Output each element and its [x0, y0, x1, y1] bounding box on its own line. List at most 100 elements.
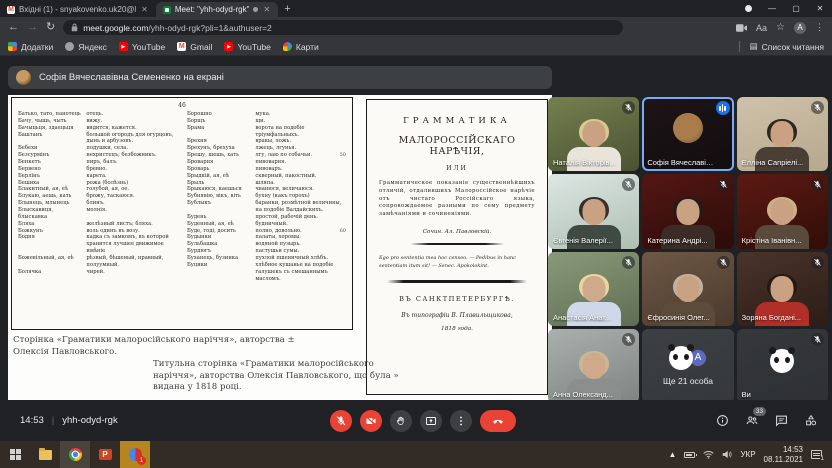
- entry-definition: пивоварня.: [255, 159, 346, 166]
- entry-definition: пухлой пшеничный хлѣбъ.: [255, 255, 346, 262]
- participant-tile-1[interactable]: Наталія Вікторів...: [548, 97, 639, 171]
- title-page-line: 1818 года.: [379, 326, 535, 332]
- entry-word: Бульбашка: [187, 241, 255, 248]
- activities-button[interactable]: [804, 414, 818, 427]
- entry-definition: простой, рабочій день.: [255, 214, 346, 221]
- present-button[interactable]: [420, 410, 442, 432]
- participant-tile-8[interactable]: Єфросинія Олег...: [642, 252, 733, 326]
- camera-off-button[interactable]: [360, 410, 382, 432]
- participant-name: Зоряна Богдані...: [742, 313, 810, 322]
- entry-definition: рѣзвый, бѣшеный, нравный, полуумный.: [86, 255, 177, 269]
- chrome-taskbar-button[interactable]: [60, 441, 90, 468]
- entry-word: Брехунъ, брехуха: [187, 145, 255, 152]
- participant-tile-9[interactable]: Зоряна Богдані...: [737, 252, 828, 326]
- back-button[interactable]: ←: [8, 22, 19, 33]
- end-call-button[interactable]: [480, 410, 516, 432]
- chat-icon: [775, 414, 788, 427]
- participant-name: Анна Олександ...: [553, 390, 621, 399]
- entry-definition: блинъ.: [86, 200, 177, 207]
- chat-button[interactable]: [775, 414, 788, 427]
- bookmark-youtube[interactable]: ▶YouTube: [119, 42, 165, 52]
- entry-definition: отець.: [86, 111, 177, 118]
- entry-definition: водяной пузырь.: [255, 241, 346, 248]
- entry-word: Брешу, шешь, хать: [187, 152, 255, 159]
- profile-avatar[interactable]: A: [794, 22, 806, 34]
- url-bar[interactable]: meet.google.com/yhh-odyd-rgk?pli=1&authu…: [63, 20, 623, 35]
- entry-definition: палаты, хоромы.: [255, 234, 346, 241]
- tray-expand-icon[interactable]: ▲: [669, 450, 677, 459]
- participant-tile-7[interactable]: Анастасія Анат...: [548, 252, 639, 326]
- title-page-rule: [410, 243, 504, 245]
- raise-hand-button[interactable]: [390, 410, 412, 432]
- reload-button[interactable]: ↻: [46, 22, 55, 33]
- powerpoint-taskbar-button[interactable]: P: [90, 441, 120, 468]
- participant-tile-10[interactable]: Анна Олександ...: [548, 329, 639, 403]
- window-profile-icon[interactable]: [745, 5, 752, 12]
- dictionary-page: 46 Батько, тато, панотецьотець.Бачу, чыш…: [11, 97, 353, 330]
- end-call-icon: [491, 414, 505, 428]
- attention-app-button[interactable]: 1: [120, 441, 150, 468]
- bookmark-додатки[interactable]: Додатки: [8, 42, 53, 52]
- start-button[interactable]: [0, 441, 30, 468]
- tab-meet[interactable]: Meet: "yhh-odyd-rgk" ✕: [156, 2, 278, 17]
- file-explorer-button[interactable]: [30, 441, 60, 468]
- bookmark-label: Яндекс: [78, 42, 107, 52]
- language-indicator[interactable]: УКР: [740, 450, 755, 459]
- bookmark-яндекс[interactable]: Яндекс: [65, 42, 107, 52]
- entry-word: Бачыцьця, здаецьця: [18, 125, 86, 132]
- participants-button[interactable]: 33: [745, 414, 759, 427]
- youtube-icon: ▶: [119, 42, 128, 51]
- volume-icon[interactable]: [722, 450, 732, 459]
- window-minimize-button[interactable]: —: [760, 0, 784, 17]
- clock[interactable]: 14:53 08.11.2021: [764, 445, 803, 465]
- dictionary-column-left: Батько, тато, панотецьотець.Бачу, чышь, …: [18, 111, 177, 282]
- person-face: [771, 199, 794, 225]
- mic-off-icon: [811, 256, 824, 269]
- caption-left-page: Сторінка «Граматики малоросійського нарі…: [13, 335, 343, 358]
- mic-off-button[interactable]: [330, 410, 352, 432]
- camera-in-use-icon[interactable]: [736, 24, 747, 32]
- entry-word: Блыскавиця, блыскавка: [18, 207, 86, 221]
- entry-word: Блынець, млынець: [18, 200, 86, 207]
- info-icon: [716, 414, 729, 427]
- activities-shapes-icon: [804, 414, 818, 427]
- forward-button[interactable]: →: [27, 22, 38, 33]
- menu-icon[interactable]: ⋮: [815, 22, 824, 33]
- dictionary-entry: Боднякадка съ замкомъ, въ которой хранит…: [18, 234, 177, 255]
- tab-close-icon[interactable]: ✕: [140, 5, 149, 14]
- apps-icon: [8, 42, 17, 51]
- person-face: [771, 276, 794, 302]
- bookmark-youtube[interactable]: ▶YouTube: [224, 42, 270, 52]
- bookmark-gmail[interactable]: MGmail: [177, 42, 212, 52]
- more-people-content: AЩе 21 особа: [642, 329, 733, 403]
- participant-tile-3[interactable]: Елліна Сапріелі...: [737, 97, 828, 171]
- battery-icon[interactable]: [684, 452, 695, 458]
- reading-list-button[interactable]: ▤ Список читання: [739, 41, 824, 52]
- participant-tile-4[interactable]: Євгенія Валерії...: [548, 174, 639, 248]
- new-tab-button[interactable]: +: [284, 3, 290, 15]
- dictionary-entry: Буде, годі, доситьполно, довольно.60: [187, 228, 346, 235]
- window-close-button[interactable]: ✕: [808, 0, 832, 17]
- participant-tile-5[interactable]: Катерина Андрі...: [642, 174, 733, 248]
- participant-tile-6[interactable]: Крістіна Іванівн...: [737, 174, 828, 248]
- bookmark-star-icon[interactable]: ☆: [776, 22, 785, 33]
- participant-avatar: [673, 113, 703, 143]
- participant-tile-12[interactable]: Ви: [737, 329, 828, 403]
- tab-title: Meet: "yhh-odyd-rgk": [175, 5, 250, 14]
- presenter-avatar: [16, 70, 31, 85]
- entry-definition: бревно.: [86, 166, 177, 173]
- tab-gmail[interactable]: M Вхідні (1) - snyakovenko.uk20@l ✕: [0, 2, 156, 17]
- entry-word: Борошно: [187, 111, 255, 118]
- bookmark-карти[interactable]: Карти: [283, 42, 319, 52]
- meeting-details-button[interactable]: [716, 414, 729, 427]
- mic-off-icon: [811, 101, 824, 114]
- action-center-icon[interactable]: 1: [811, 450, 822, 459]
- entry-word: Бервено: [18, 166, 86, 173]
- more-options-button[interactable]: [450, 410, 472, 432]
- tab-close-icon[interactable]: ✕: [262, 5, 271, 14]
- participant-tile-2[interactable]: Софія Вячеславів...: [642, 97, 733, 171]
- window-maximize-button[interactable]: ▢: [784, 0, 808, 17]
- wifi-icon[interactable]: [703, 450, 714, 459]
- translate-icon[interactable]: Aа: [756, 23, 767, 33]
- participant-tile-11[interactable]: AЩе 21 особа: [642, 329, 733, 403]
